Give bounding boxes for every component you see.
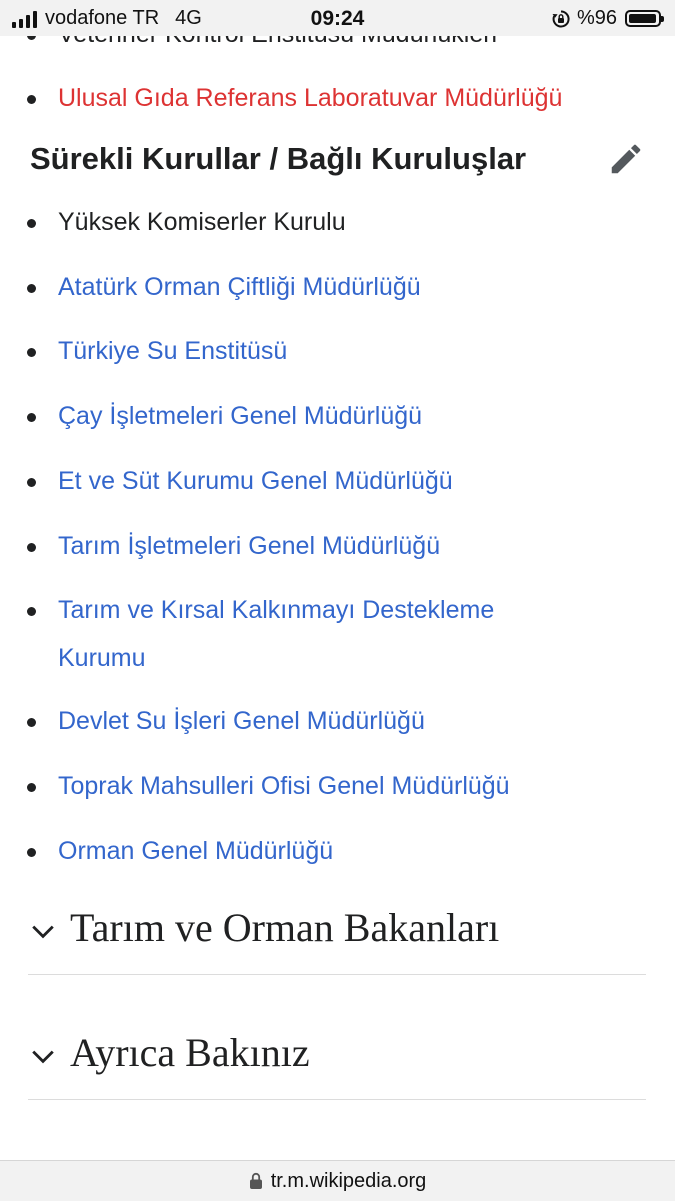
chevron-down-icon	[32, 925, 54, 939]
list-item-label: Toprak Mahsulleri Ofisi Genel Müdürlüğü	[58, 772, 510, 800]
status-right: %96	[551, 7, 664, 30]
list-item-label: Et ve Süt Kurumu Genel Müdürlüğü	[58, 467, 453, 495]
list-item-link[interactable]: Türkiye Su Enstitüsü	[27, 327, 658, 375]
list-item-link[interactable]: Orman Genel Müdürlüğü	[27, 827, 658, 875]
list-item-link[interactable]: Toprak Mahsulleri Ofisi Genel Müdürlüğü	[27, 762, 658, 810]
battery-percentage: %96	[576, 7, 617, 29]
battery-icon	[625, 10, 664, 27]
list-item-link[interactable]: Tarım İşletmeleri Genel Müdürlüğü	[27, 522, 658, 570]
list-item-label: Türkiye Su Enstitüsü	[58, 337, 288, 365]
section-heading: Sürekli Kurullar / Bağlı Kuruluşlar	[30, 141, 527, 176]
list-item-link[interactable]: Atatürk Orman Çiftliği Müdürlüğü	[27, 263, 658, 311]
list-item-link[interactable]: Tarım ve Kırsal Kalkınmayı Destekleme Ku…	[27, 586, 578, 682]
list-item-label: Devlet Su İşleri Genel Müdürlüğü	[58, 707, 425, 735]
list-item-label: Tarım ve Kırsal Kalkınmayı Destekleme Ku…	[58, 596, 495, 672]
section-title: Kaynakça	[70, 1150, 230, 1160]
list-item-label: Atatürk Orman Çiftliği Müdürlüğü	[58, 273, 421, 301]
list-item-label: Tarım İşletmeleri Genel Müdürlüğü	[58, 532, 441, 560]
list-item: Yüksek Komiserler Kurulu	[27, 198, 658, 246]
collapsible-section-heading[interactable]: Ayrıca Bakınız	[28, 1021, 646, 1100]
url-bar[interactable]: tr.m.wikipedia.org	[0, 1160, 675, 1201]
url-text: tr.m.wikipedia.org	[270, 1169, 427, 1192]
list-item[interactable]: Ulusal Gıda Referans Laboratuvar Müdürlü…	[27, 74, 658, 122]
collapsible-section-heading[interactable]: Kaynakça	[28, 1146, 646, 1160]
rotation-lock-icon	[552, 9, 570, 27]
pencil-icon[interactable]	[607, 140, 645, 178]
list-item-label: Ulusal Gıda Referans Laboratuvar Müdürlü…	[58, 84, 563, 112]
section-title: Tarım ve Orman Bakanları	[70, 905, 500, 950]
bullet	[27, 95, 36, 104]
list-item-label: Çay İşletmeleri Genel Müdürlüğü	[58, 402, 423, 430]
list-item-link[interactable]: Devlet Su İşleri Genel Müdürlüğü	[27, 697, 658, 745]
list-item-label: Yüksek Komiserler Kurulu	[58, 208, 346, 236]
list-item-link[interactable]: Et ve Süt Kurumu Genel Müdürlüğü	[27, 457, 658, 505]
list-item-label: Orman Genel Müdürlüğü	[58, 837, 334, 865]
section-title: Ayrıca Bakınız	[70, 1030, 310, 1075]
collapsible-section-heading[interactable]: Tarım ve Orman Bakanları	[28, 896, 646, 975]
chevron-down-icon	[32, 1050, 54, 1064]
battery-fill	[629, 14, 656, 23]
status-bar: vodafone TR 4G 09:24 %96	[0, 0, 675, 36]
article-content: Veteriner Kontrol Enstitüsü Müdürlükleri…	[0, 0, 675, 1160]
list-item-link[interactable]: Çay İşletmeleri Genel Müdürlüğü	[27, 392, 658, 440]
lock-icon	[249, 1172, 262, 1189]
